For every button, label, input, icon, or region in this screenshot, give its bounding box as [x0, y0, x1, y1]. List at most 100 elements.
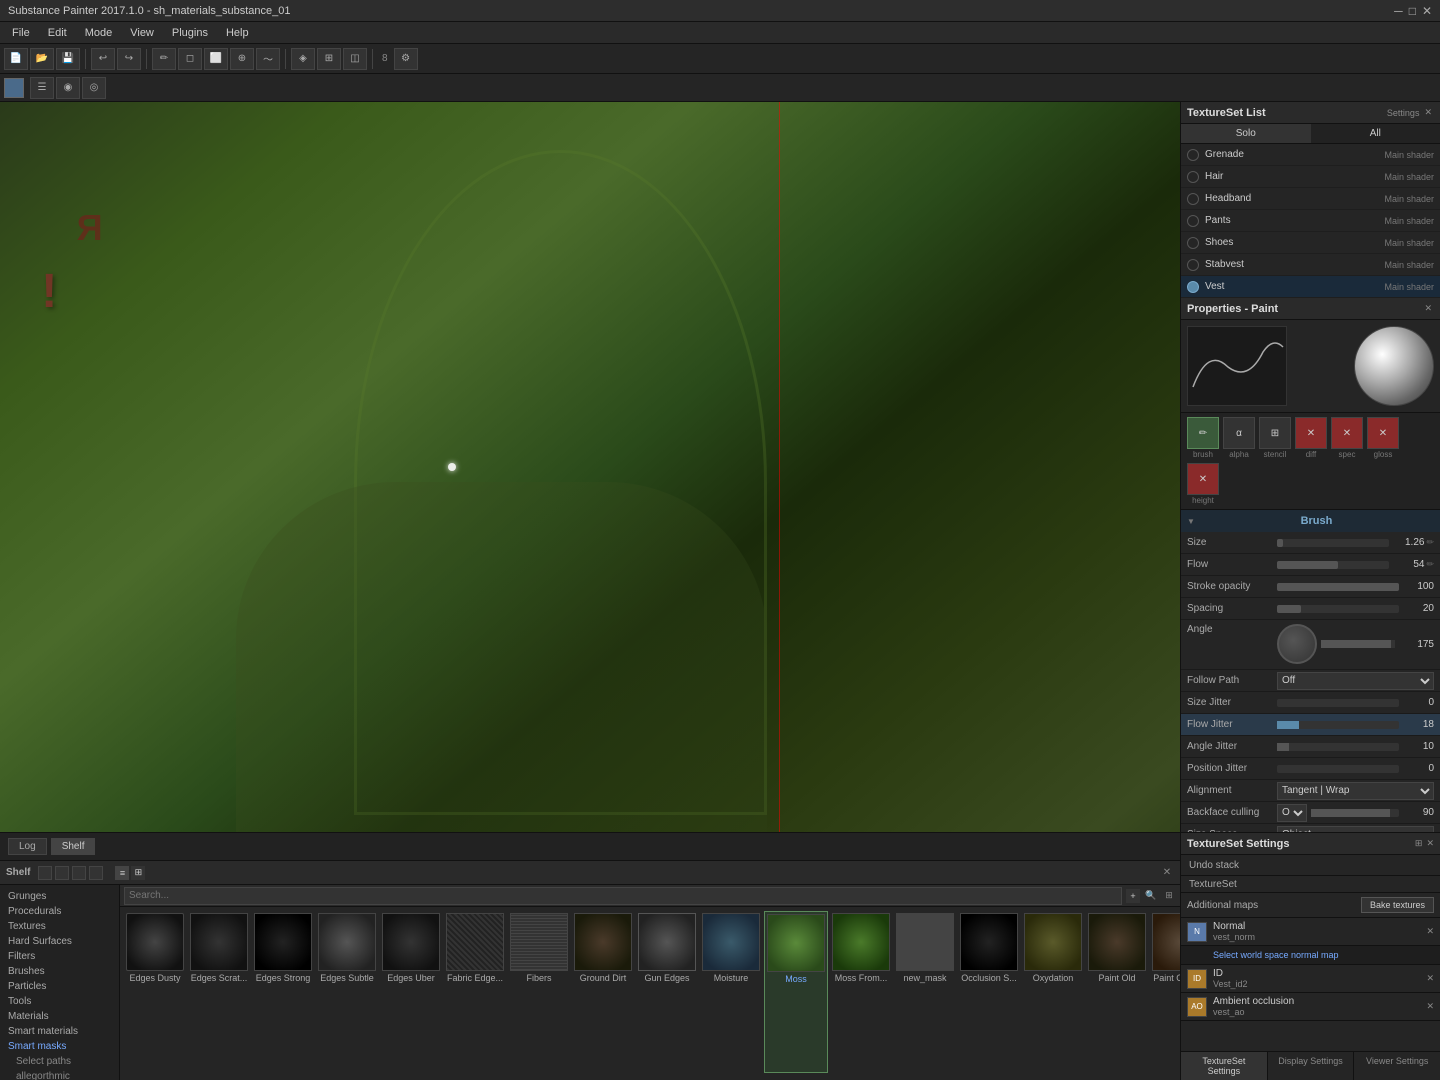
tool-3d[interactable]: ◈: [291, 48, 315, 70]
shelf-item-moss[interactable]: Moss: [764, 911, 828, 1073]
tool-3d-uv[interactable]: ◫: [343, 48, 367, 70]
ts-tab-settings[interactable]: TextureSet Settings: [1181, 1052, 1268, 1080]
ts-bake-btn[interactable]: Bake textures: [1361, 897, 1434, 913]
prop-flow-edit[interactable]: ✏: [1426, 559, 1434, 570]
shelf-cat-procedurals[interactable]: Procedurals: [0, 904, 119, 919]
brush-settings[interactable]: ⚙: [394, 48, 418, 70]
prop-anglej-slider[interactable]: [1277, 743, 1399, 751]
shelf-item-fabricedge[interactable]: Fabric Edge...: [444, 911, 506, 1073]
maximize-button[interactable]: □: [1409, 4, 1416, 18]
brush-icon-height[interactable]: ✕ height: [1187, 463, 1219, 505]
shelf-item-fibers[interactable]: Fibers: [508, 911, 570, 1073]
shelf-ctrl-2[interactable]: [55, 866, 69, 880]
ts-map-normal-close[interactable]: ✕: [1426, 926, 1434, 937]
brush-icon-diff[interactable]: ✕ diff: [1295, 417, 1327, 459]
shelf-search-input[interactable]: [124, 887, 1122, 905]
menu-view[interactable]: View: [122, 25, 162, 41]
ts-tab-solo[interactable]: Solo: [1181, 124, 1311, 143]
ts-item-hair[interactable]: Hair Main shader: [1181, 166, 1440, 188]
prop-backface-slider[interactable]: [1311, 809, 1399, 817]
shelf-ctrl-3[interactable]: [72, 866, 86, 880]
ts-item-headband[interactable]: Headband Main shader: [1181, 188, 1440, 210]
t2-btn3[interactable]: ◎: [82, 77, 106, 99]
brush-icon-spec[interactable]: ✕ spec: [1331, 417, 1363, 459]
ts-tab-all[interactable]: All: [1311, 124, 1440, 143]
prop-flow-slider[interactable]: [1277, 561, 1389, 569]
shelf-cat-grunges[interactable]: Grunges: [0, 889, 119, 904]
ts-map-ao-close[interactable]: ✕: [1426, 1001, 1434, 1012]
ts-item-pants[interactable]: Pants Main shader: [1181, 210, 1440, 232]
prop-follow-select[interactable]: OffOn: [1277, 672, 1434, 690]
prop-stroke-slider[interactable]: [1277, 583, 1399, 591]
shelf-item-oxydation[interactable]: Oxydation: [1022, 911, 1084, 1073]
shelf-item-edgessubtle[interactable]: Edges Subtle: [316, 911, 378, 1073]
shelf-grid-icon[interactable]: ⊞: [1162, 889, 1176, 903]
prop-size-edit[interactable]: ✏: [1426, 537, 1434, 548]
minimize-button[interactable]: ─: [1394, 4, 1403, 18]
menu-help[interactable]: Help: [218, 25, 257, 41]
tool-smudge[interactable]: 〜: [256, 48, 280, 70]
shelf-cat-filters[interactable]: Filters: [0, 949, 119, 964]
shelf-cat-tools[interactable]: Tools: [0, 994, 119, 1009]
shelf-search-icon[interactable]: 🔍: [1144, 889, 1158, 903]
tool-new[interactable]: 📄: [4, 48, 28, 70]
shelf-item-edgesstrong[interactable]: Edges Strong: [252, 911, 314, 1073]
tool-paint[interactable]: ✏: [152, 48, 176, 70]
brush-icon-gloss[interactable]: ✕ gloss: [1367, 417, 1399, 459]
shelf-ctrl-1[interactable]: [38, 866, 52, 880]
tab-log[interactable]: Log: [8, 838, 47, 855]
shelf-cat-materials[interactable]: Materials: [0, 1009, 119, 1024]
tool-redo[interactable]: ↪: [117, 48, 141, 70]
tool-fill[interactable]: ⬜: [204, 48, 228, 70]
ts-settings-btn[interactable]: Settings: [1387, 108, 1420, 118]
shelf-add-btn[interactable]: +: [1126, 889, 1140, 903]
shelf-cat-smartmats[interactable]: Smart materials: [0, 1024, 119, 1039]
tool-undo[interactable]: ↩: [91, 48, 115, 70]
shelf-subcat-allegorthmic[interactable]: allegorthmic: [0, 1069, 119, 1080]
tool-eraser[interactable]: ◻: [178, 48, 202, 70]
t2-btn1[interactable]: ☰: [30, 77, 54, 99]
shelf-item-occlusionS[interactable]: Occlusion S...: [958, 911, 1020, 1073]
angle-knob[interactable]: [1277, 624, 1317, 664]
shelf-cat-particles[interactable]: Particles: [0, 979, 119, 994]
shelf-item-mossfrom[interactable]: Moss From...: [830, 911, 892, 1073]
brush-icon-brush[interactable]: ✏ brush: [1187, 417, 1219, 459]
angle-slider[interactable]: [1321, 640, 1395, 648]
ts-item-vest[interactable]: Vest Main shader: [1181, 276, 1440, 298]
brush-icon-stencil[interactable]: ⊞ stencil: [1259, 417, 1291, 459]
menu-mode[interactable]: Mode: [77, 25, 121, 41]
close-button[interactable]: ✕: [1422, 4, 1432, 18]
ts-ctrl1[interactable]: ⊞: [1415, 838, 1423, 849]
shelf-cat-smartmasks[interactable]: Smart masks: [0, 1039, 119, 1054]
t2-btn2[interactable]: ◉: [56, 77, 80, 99]
menu-file[interactable]: File: [4, 25, 38, 41]
ts-tab-viewer[interactable]: Viewer Settings: [1354, 1052, 1440, 1080]
tool-save[interactable]: 💾: [56, 48, 80, 70]
ts-map-id-close[interactable]: ✕: [1426, 973, 1434, 984]
menu-edit[interactable]: Edit: [40, 25, 75, 41]
ts-tab-display[interactable]: Display Settings: [1268, 1052, 1355, 1080]
prop-flowj-slider[interactable]: [1277, 721, 1399, 729]
shelf-item-edgesdusty[interactable]: Edges Dusty: [124, 911, 186, 1073]
shelf-close[interactable]: ✕: [1160, 866, 1174, 880]
tab-shelf[interactable]: Shelf: [51, 838, 96, 855]
brush-icon-alpha[interactable]: α alpha: [1223, 417, 1255, 459]
ts-item-stabvest[interactable]: Stabvest Main shader: [1181, 254, 1440, 276]
ts-item-shoes[interactable]: Shoes Main shader: [1181, 232, 1440, 254]
shelf-subcat-selectpaths[interactable]: Select paths: [0, 1054, 119, 1069]
prop-size-slider[interactable]: [1277, 539, 1389, 547]
ts-list-close[interactable]: ✕: [1422, 106, 1434, 119]
shelf-item-newmask[interactable]: new_mask: [894, 911, 956, 1073]
ts-worldspace-label[interactable]: Select world space normal map: [1213, 950, 1339, 960]
tool-clone[interactable]: ⊕: [230, 48, 254, 70]
shelf-view-btn2[interactable]: ⊞: [131, 866, 145, 880]
brush-section-header[interactable]: ▼ Brush: [1181, 510, 1440, 532]
prop-align-select[interactable]: Tangent | Wrap: [1277, 782, 1434, 800]
shelf-cat-brushes[interactable]: Brushes: [0, 964, 119, 979]
shelf-ctrl-4[interactable]: [89, 866, 103, 880]
prop-backface-select[interactable]: On: [1277, 804, 1307, 822]
prop-sizej-slider[interactable]: [1277, 699, 1399, 707]
shelf-item-moisture[interactable]: Moisture: [700, 911, 762, 1073]
menu-plugins[interactable]: Plugins: [164, 25, 216, 41]
prop-posj-slider[interactable]: [1277, 765, 1399, 773]
